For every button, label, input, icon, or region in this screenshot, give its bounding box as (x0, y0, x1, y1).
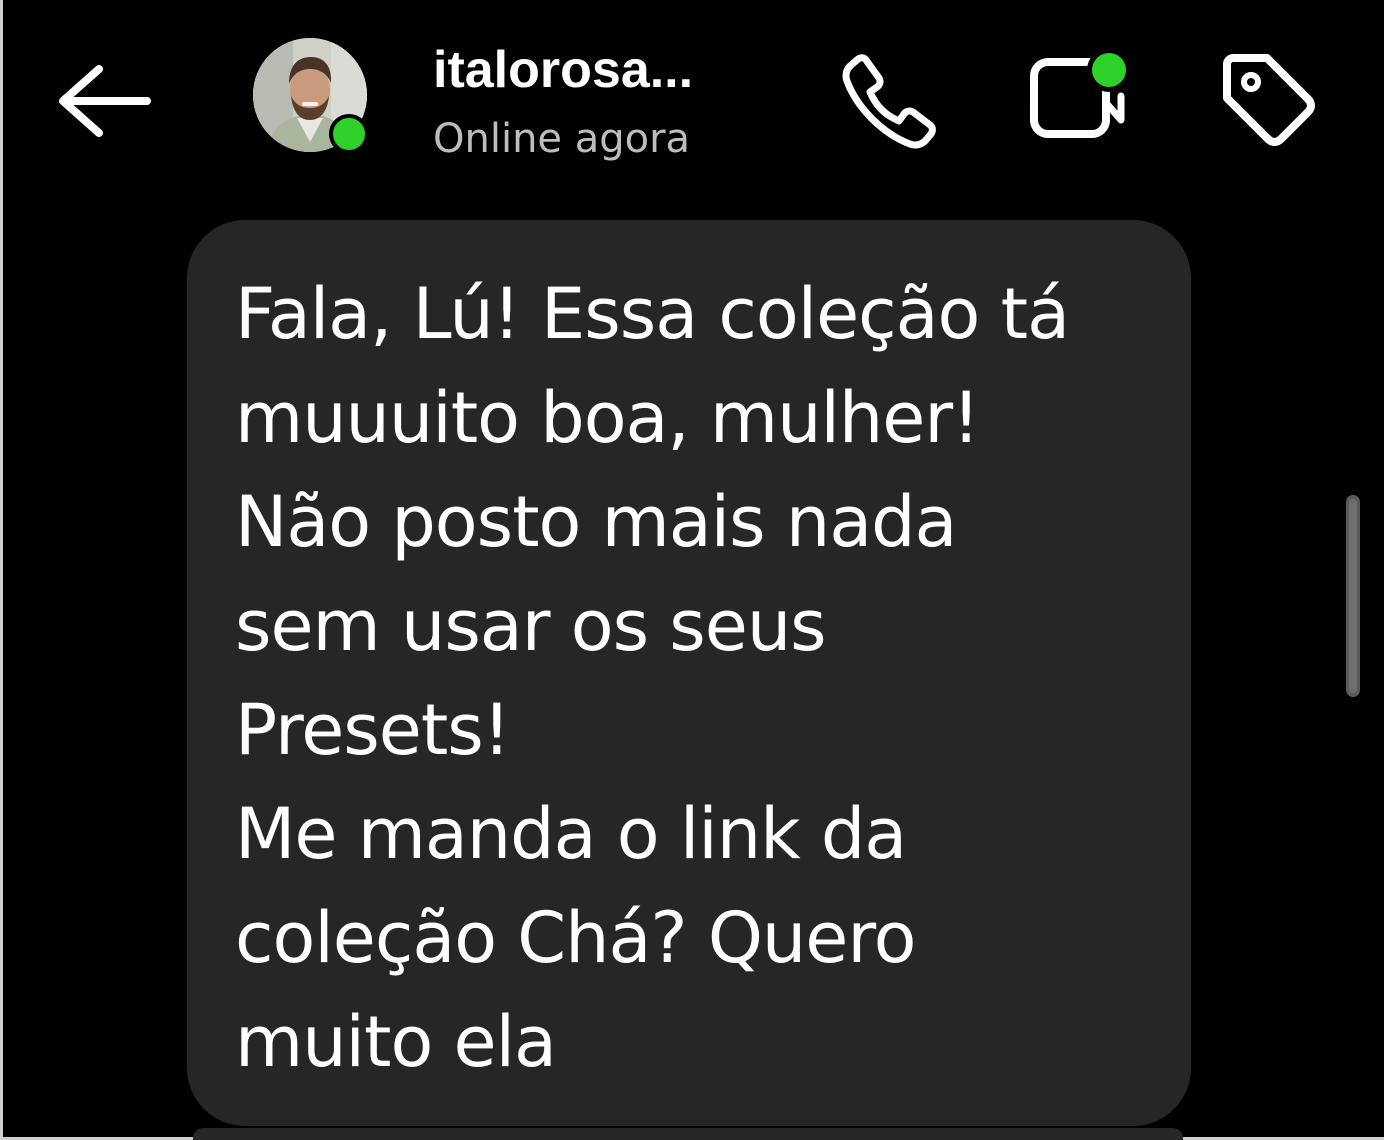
scrollbar[interactable] (1346, 495, 1360, 697)
contact-name[interactable]: italorosa... (433, 38, 693, 102)
arrow-left-icon (59, 65, 151, 137)
chat-screen: italorosa... Online agora Fala, Lú! Essa… (0, 0, 1384, 1140)
message-text: Fala, Lú! Essa coleção tá muuuito boa, m… (235, 273, 1070, 1083)
call-button[interactable] (833, 46, 943, 156)
tag-button[interactable] (1215, 46, 1325, 156)
phone-icon (842, 54, 936, 149)
scrollbar-thumb[interactable] (1349, 499, 1357, 693)
back-button[interactable] (51, 58, 161, 144)
video-camera-icon (1030, 48, 1131, 138)
video-call-button[interactable] (1021, 46, 1141, 156)
contact-avatar-group[interactable] (253, 38, 369, 154)
next-message-bubble-edge (193, 1128, 1183, 1140)
online-status-dot (329, 114, 369, 154)
tag-icon (1223, 54, 1315, 146)
chat-header: italorosa... Online agora (3, 0, 1384, 200)
contact-status: Online agora (433, 116, 691, 162)
